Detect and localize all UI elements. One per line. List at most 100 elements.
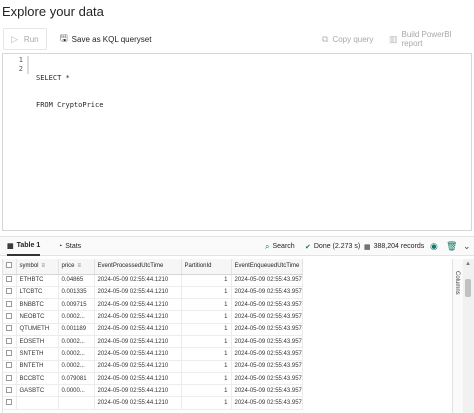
table-cell[interactable]: SNTETH	[16, 347, 59, 361]
column-header[interactable]: EventProcessedUtcTime	[94, 259, 182, 275]
save-queryset-button[interactable]: 🖫 Save as KQL queryset	[60, 28, 151, 50]
tab-stats[interactable]: ◔ Stats	[58, 237, 81, 256]
table-cell[interactable]: 2024-05-09 02:55:44.1210	[94, 347, 182, 361]
table-cell[interactable]: 1	[181, 323, 232, 336]
table-cell[interactable]: 0.001189	[58, 323, 95, 336]
table-cell[interactable]: 2024-05-09 02:55:44.1210	[94, 384, 182, 398]
table-cell[interactable]	[16, 396, 59, 410]
search-button[interactable]: ⌕ Search	[265, 237, 295, 256]
table-cell[interactable]: EOSETH	[16, 335, 59, 349]
table-cell[interactable]: 2024-05-09 02:55:43.9570	[231, 298, 303, 312]
row-checkbox[interactable]	[3, 298, 17, 312]
table-cell[interactable]: 0.009715	[58, 298, 95, 312]
table-row[interactable]: BNTETH 0.0002... 2024-05-09 02:55:44.1210 1…	[3, 360, 303, 373]
table-cell[interactable]: ETHBTC	[16, 274, 59, 287]
column-header[interactable]: EventEnqueuedUtcTime	[231, 259, 303, 275]
table-row[interactable]: 2024-05-09 02:55:44.1210 1 2024-05-09 02:5…	[3, 396, 303, 410]
table-cell[interactable]: 0.0000...	[58, 384, 95, 398]
table-row[interactable]: ETHBTC 0.04865 2024-05-09 02:55:44.1210 1 20…	[3, 274, 303, 287]
table-row[interactable]: GASBTC 0.0000... 2024-05-09 02:55:44.1210 1…	[3, 384, 303, 398]
run-button[interactable]: ▷ Run	[3, 28, 47, 50]
table-cell[interactable]: BNTETH	[16, 360, 59, 373]
row-checkbox[interactable]	[3, 323, 17, 336]
scroll-thumb[interactable]	[465, 279, 471, 297]
table-cell[interactable]: 1	[181, 347, 232, 361]
column-header[interactable]: symbol ≡	[16, 259, 59, 275]
table-cell[interactable]: 0.04865	[58, 274, 95, 287]
row-checkbox[interactable]	[3, 274, 17, 287]
table-cell[interactable]: 0.0002...	[58, 335, 95, 349]
table-cell[interactable]: 1	[181, 396, 232, 410]
table-row[interactable]: EOSETH 0.0002... 2024-05-09 02:55:44.1210 1…	[3, 335, 303, 349]
select-all-checkbox[interactable]	[3, 259, 17, 275]
row-checkbox[interactable]	[3, 310, 17, 324]
table-cell[interactable]: 2024-05-09 02:55:44.1210	[94, 310, 182, 324]
copy-query-button[interactable]: ⧉ Copy query	[322, 28, 373, 50]
table-row[interactable]: LTCBTC 0.001335 2024-05-09 02:55:44.1210 1 2…	[3, 286, 303, 300]
table-cell[interactable]: 2024-05-09 02:55:43.9570	[231, 384, 303, 398]
table-cell[interactable]: 2024-05-09 02:55:44.1210	[94, 298, 182, 312]
table-row[interactable]: BNBBTC 0.009715 2024-05-09 02:55:44.1210 1 2…	[3, 298, 303, 312]
table-row[interactable]: QTUMETH 0.001189 2024-05-09 02:55:44.1210 1…	[3, 323, 303, 336]
table-cell[interactable]: 1	[181, 298, 232, 312]
table-cell[interactable]: 2024-05-09 02:55:44.1210	[94, 335, 182, 349]
vertical-scrollbar[interactable]: ▲	[463, 259, 474, 413]
table-cell[interactable]: 2024-05-09 02:55:43.9570	[231, 347, 303, 361]
table-row[interactable]: NEOBTC 0.0002... 2024-05-09 02:55:44.1210 1…	[3, 310, 303, 324]
table-row[interactable]: SNTETH 0.0002... 2024-05-09 02:55:44.1210 1…	[3, 347, 303, 361]
table-cell[interactable]: LTCBTC	[16, 286, 59, 300]
table-cell[interactable]: 0.001335	[58, 286, 95, 300]
table-cell[interactable]: 2024-05-09 02:55:43.9570	[231, 396, 303, 410]
eye-icon[interactable]: ◉	[430, 237, 438, 256]
row-checkbox[interactable]	[3, 384, 17, 398]
table-cell[interactable]: 2024-05-09 02:55:43.9570	[231, 310, 303, 324]
column-menu-icon[interactable]: ≡	[42, 263, 46, 269]
table-cell[interactable]: 0.0002...	[58, 310, 95, 324]
code-area[interactable]: SELECT * FROM CryptoPrice	[36, 56, 103, 128]
table-cell[interactable]: 2024-05-09 02:55:43.9570	[231, 274, 303, 287]
table-cell[interactable]: 1	[181, 286, 232, 300]
table-cell[interactable]: 2024-05-09 02:55:44.1210	[94, 360, 182, 373]
column-header[interactable]: price ≡	[58, 259, 95, 275]
table-cell[interactable]: 2024-05-09 02:55:43.9570	[231, 372, 303, 386]
scroll-up-icon[interactable]: ▲	[465, 261, 471, 267]
table-cell[interactable]: 1	[181, 310, 232, 324]
table-cell[interactable]: 0.0002...	[58, 347, 95, 361]
chevron-down-icon[interactable]: ⌄	[463, 237, 471, 256]
table-cell[interactable]: 1	[181, 360, 232, 373]
row-checkbox[interactable]	[3, 335, 17, 349]
tab-table-1[interactable]: ▦ Table 1	[7, 237, 41, 256]
table-cell[interactable]: 2024-05-09 02:55:43.9570	[231, 360, 303, 373]
clear-icon[interactable]: 🗑	[446, 237, 457, 256]
table-cell[interactable]: 1	[181, 384, 232, 398]
table-cell[interactable]: GASBTC	[16, 384, 59, 398]
table-cell[interactable]: 2024-05-09 02:55:44.1210	[94, 286, 182, 300]
table-cell[interactable]: 2024-05-09 02:55:44.1210	[94, 372, 182, 386]
query-editor[interactable]: 1 2 SELECT * FROM CryptoPrice	[2, 53, 472, 231]
row-checkbox[interactable]	[3, 286, 17, 300]
table-cell[interactable]: 0.0002...	[58, 360, 95, 373]
table-cell[interactable]: BNBBTC	[16, 298, 59, 312]
columns-panel-toggle[interactable]: Columns	[452, 259, 463, 413]
table-cell[interactable]: NEOBTC	[16, 310, 59, 324]
row-checkbox[interactable]	[3, 347, 17, 361]
build-powerbi-button[interactable]: ▥ Build PowerBI report	[389, 28, 474, 50]
column-menu-icon[interactable]: ≡	[78, 263, 82, 269]
table-cell[interactable]: 1	[181, 274, 232, 287]
table-row[interactable]: BCCBTC 0.079081 2024-05-09 02:55:44.1210 1 2…	[3, 372, 303, 386]
table-cell[interactable]: 2024-05-09 02:55:43.9570	[231, 286, 303, 300]
table-cell[interactable]: 2024-05-09 02:55:44.1210	[94, 274, 182, 287]
table-cell[interactable]: QTUMETH	[16, 323, 59, 336]
table-cell[interactable]: 1	[181, 335, 232, 349]
table-cell[interactable]: BCCBTC	[16, 372, 59, 386]
row-checkbox[interactable]	[3, 360, 17, 373]
column-header[interactable]: PartitionId	[181, 259, 232, 275]
table-cell[interactable]: 2024-05-09 02:55:44.1210	[94, 396, 182, 410]
row-checkbox[interactable]	[3, 372, 17, 386]
table-cell[interactable]	[58, 396, 95, 410]
table-cell[interactable]: 1	[181, 372, 232, 386]
table-cell[interactable]: 2024-05-09 02:55:43.9570	[231, 323, 303, 336]
table-cell[interactable]: 0.079081	[58, 372, 95, 386]
table-cell[interactable]: 2024-05-09 02:55:44.1210	[94, 323, 182, 336]
table-cell[interactable]: 2024-05-09 02:55:43.9570	[231, 335, 303, 349]
